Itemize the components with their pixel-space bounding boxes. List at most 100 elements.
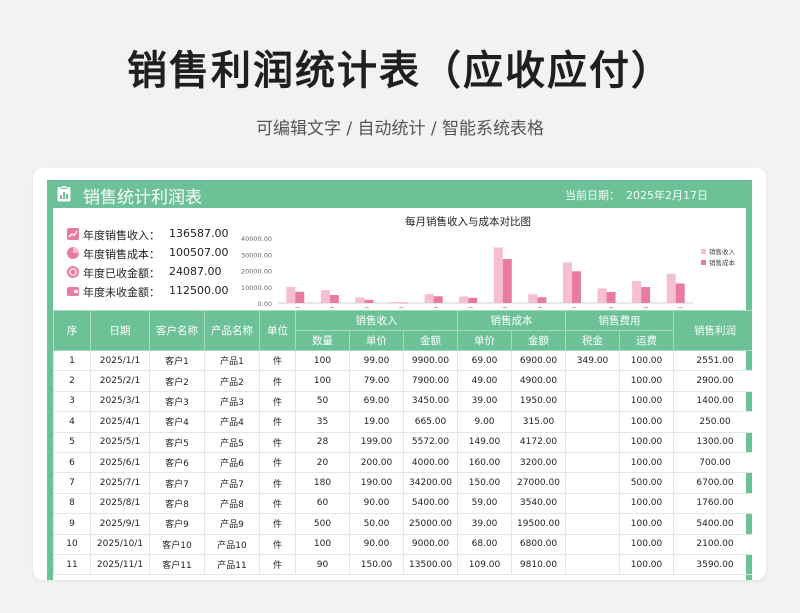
table-cell[interactable]: 2025/7/1 [90, 472, 150, 494]
table-cell[interactable]: 件 [259, 451, 296, 474]
table-cell[interactable]: 3540.00 [511, 492, 567, 515]
table-cell[interactable] [565, 390, 621, 413]
table-cell[interactable]: 7900.00 [402, 370, 459, 392]
table-cell[interactable]: 150.00 [457, 472, 513, 494]
table-cell[interactable]: 100.00 [619, 451, 675, 474]
table-cell[interactable]: 100.00 [619, 411, 675, 433]
table-cell[interactable]: 3 [53, 390, 91, 413]
table-cell[interactable]: 19500.00 [511, 513, 567, 535]
table-cell[interactable] [565, 411, 621, 433]
table-cell[interactable]: 20 [295, 451, 350, 474]
table-cell[interactable]: 49.00 [457, 370, 513, 392]
table-cell[interactable]: 客户1 [149, 349, 205, 372]
table-cell[interactable]: 客户8 [149, 492, 205, 515]
table-cell[interactable]: 5 [53, 431, 91, 453]
table-cell[interactable]: 客户5 [149, 431, 205, 453]
table-cell[interactable]: 1950.00 [511, 390, 567, 413]
table-cell[interactable]: 1760.00 [673, 492, 752, 515]
table-cell[interactable]: 60 [295, 492, 350, 515]
table-cell[interactable]: 2551.00 [673, 349, 752, 372]
table-cell[interactable]: 349.00 [565, 349, 621, 372]
table-cell[interactable]: 2025/2/1 [90, 370, 150, 392]
table-cell[interactable]: 件 [259, 411, 296, 433]
table-cell[interactable] [565, 492, 621, 515]
table-cell[interactable]: 客户7 [149, 472, 205, 494]
table-cell[interactable]: 200.00 [349, 451, 404, 474]
table-cell[interactable]: 19.00 [349, 411, 404, 433]
table-cell[interactable]: 1400.00 [673, 390, 752, 413]
table-cell[interactable]: 6 [53, 451, 91, 474]
table-cell[interactable]: 1 [53, 349, 91, 372]
table-cell[interactable]: 产品3 [204, 390, 260, 413]
table-cell[interactable]: 100.00 [619, 431, 675, 453]
table-cell[interactable]: 79.00 [349, 370, 404, 392]
table-cell[interactable]: 3450.00 [402, 390, 459, 413]
table-cell[interactable]: 2100.00 [673, 533, 752, 555]
table-cell[interactable]: 件 [259, 390, 296, 413]
table-cell[interactable]: 2025/1/1 [90, 349, 150, 372]
table-cell[interactable]: 6800.00 [511, 533, 567, 555]
table-cell[interactable]: 3200.00 [511, 451, 567, 474]
table-cell[interactable]: 2025/10/1 [90, 533, 150, 555]
table-cell[interactable]: 件 [259, 370, 296, 392]
table-cell[interactable]: 700.00 [673, 451, 752, 474]
table-cell[interactable]: 2 [53, 370, 91, 392]
table-cell[interactable]: 5572.00 [402, 431, 459, 453]
table-cell[interactable]: 100 [295, 349, 350, 372]
table-cell[interactable]: 客户11 [149, 553, 205, 576]
table-cell[interactable]: 件 [259, 349, 296, 372]
table-cell[interactable]: 客户9 [149, 513, 205, 535]
table-cell[interactable]: 100.00 [619, 492, 675, 515]
table-cell[interactable]: 27000.00 [511, 472, 567, 494]
table-cell[interactable]: 100.00 [619, 370, 675, 392]
table-cell[interactable]: 90.00 [349, 533, 404, 555]
table-cell[interactable]: 客户3 [149, 390, 205, 413]
table-cell[interactable] [565, 553, 621, 576]
table-cell[interactable]: 客户2 [149, 370, 205, 392]
table-cell[interactable]: 100.00 [619, 533, 675, 555]
table-cell[interactable]: 9810.00 [511, 553, 567, 576]
table-cell[interactable]: 190.00 [349, 472, 404, 494]
table-cell[interactable] [565, 370, 621, 392]
table-cell[interactable]: 2025/4/1 [90, 411, 150, 433]
table-cell[interactable]: 69.00 [349, 390, 404, 413]
table-cell[interactable]: 7 [53, 472, 91, 494]
table-cell[interactable]: 产品11 [204, 553, 260, 576]
table-cell[interactable] [565, 472, 621, 494]
table-cell[interactable]: 160.00 [457, 451, 513, 474]
table-cell[interactable]: 6900.00 [511, 349, 567, 372]
table-cell[interactable]: 50 [295, 390, 350, 413]
table-cell[interactable]: 100 [295, 370, 350, 392]
table-cell[interactable]: 2025/6/1 [90, 451, 150, 474]
table-cell[interactable]: 1300.00 [673, 431, 752, 453]
table-cell[interactable]: 90.00 [349, 492, 404, 515]
table-cell[interactable]: 9.00 [457, 411, 513, 433]
table-cell[interactable]: 13500.00 [402, 553, 459, 576]
table-cell[interactable]: 5400.00 [673, 513, 752, 535]
table-cell[interactable]: 28 [295, 431, 350, 453]
table-cell[interactable]: 59.00 [457, 492, 513, 515]
table-cell[interactable]: 产品6 [204, 451, 260, 474]
table-cell[interactable]: 产品7 [204, 472, 260, 494]
table-cell[interactable]: 客户4 [149, 411, 205, 433]
table-cell[interactable]: 2025/8/1 [90, 492, 150, 515]
table-cell[interactable]: 10 [53, 533, 91, 555]
table-cell[interactable]: 34200.00 [402, 472, 459, 494]
table-cell[interactable]: 500 [295, 513, 350, 535]
table-cell[interactable]: 665.00 [402, 411, 459, 433]
table-cell[interactable]: 4 [53, 411, 91, 433]
table-cell[interactable]: 件 [259, 533, 296, 555]
table-cell[interactable]: 100.00 [619, 513, 675, 535]
table-cell[interactable]: 180 [295, 472, 350, 494]
table-cell[interactable]: 9000.00 [402, 533, 459, 555]
table-cell[interactable]: 2025/11/1 [90, 553, 150, 576]
table-cell[interactable]: 件 [259, 513, 296, 535]
table-cell[interactable]: 2025/5/1 [90, 431, 150, 453]
table-cell[interactable]: 315.00 [511, 411, 567, 433]
table-cell[interactable]: 100 [295, 533, 350, 555]
table-cell[interactable]: 2025/3/1 [90, 390, 150, 413]
table-cell[interactable]: 6700.00 [673, 472, 752, 494]
table-cell[interactable]: 149.00 [457, 431, 513, 453]
table-cell[interactable]: 产品8 [204, 492, 260, 515]
table-cell[interactable]: 50.00 [349, 513, 404, 535]
